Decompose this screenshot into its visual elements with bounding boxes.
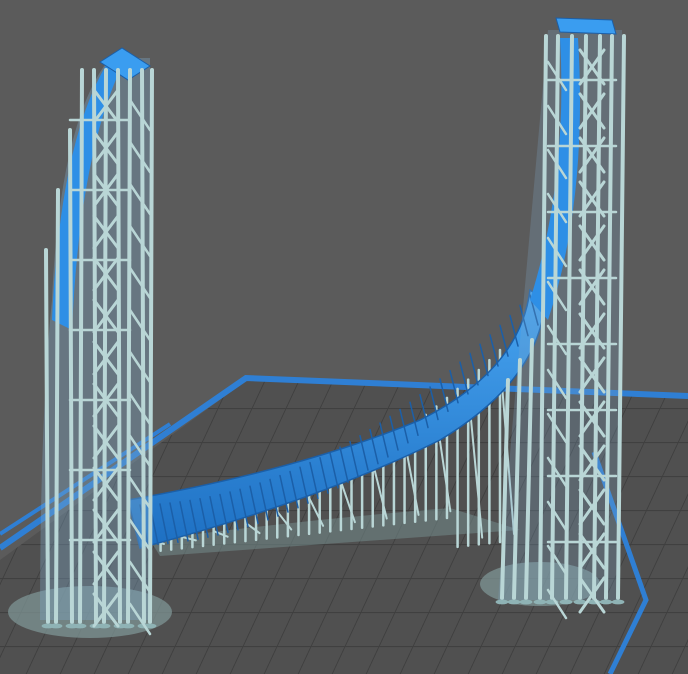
support-foot [73,623,87,629]
support-pillar [44,248,50,624]
support-foot [519,599,533,605]
support-foot [507,599,521,605]
3d-viewport[interactable] [0,0,688,674]
support-foot [533,599,547,605]
support-pillar [54,188,60,624]
support-foot [97,623,111,629]
scene-canvas [0,0,688,674]
support-foot [559,599,573,605]
support-foot [121,623,135,629]
support-pillar [68,128,74,624]
support-foot [611,599,625,605]
support-foot [495,599,509,605]
support-foot [599,599,613,605]
support-pillar [148,68,154,624]
support-foot [49,623,63,629]
